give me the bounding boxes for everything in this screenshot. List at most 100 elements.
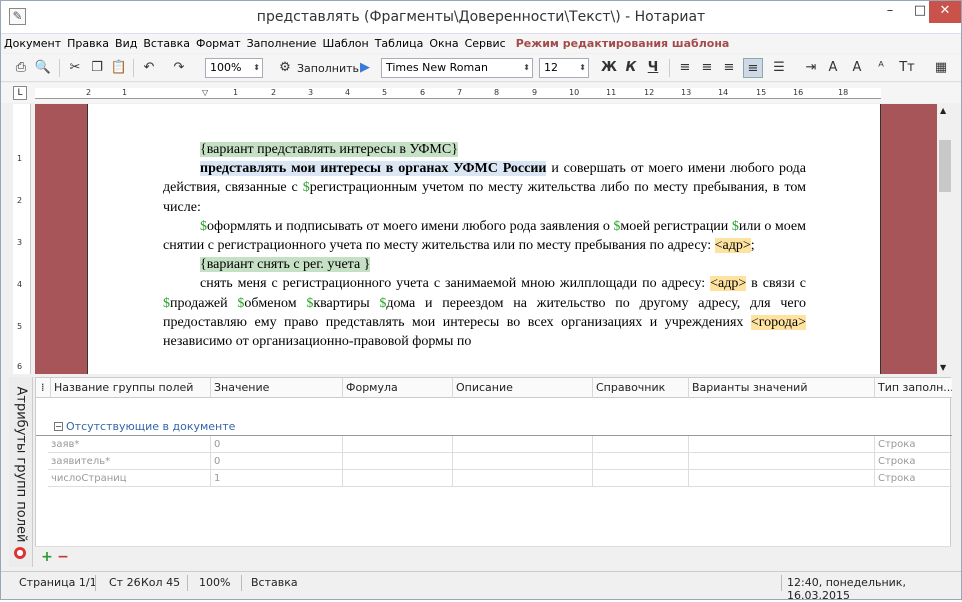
menu-document[interactable]: Документ [1, 34, 64, 54]
status-page: Страница 1/1 [19, 576, 97, 589]
align-right-icon[interactable]: ≡ [719, 58, 739, 78]
menu-view[interactable]: Вид [112, 34, 140, 54]
bold-button[interactable]: Ж [599, 58, 619, 78]
field-marker[interactable]: $ [303, 180, 310, 195]
ruler-mark: 7 [457, 88, 463, 97]
line-spacing-icon[interactable]: ☰ [769, 58, 789, 78]
play-icon[interactable]: ▶ [355, 58, 375, 78]
column-header[interactable]: Значение [210, 378, 342, 398]
paste-icon[interactable]: 📋 [109, 58, 129, 78]
italic-button[interactable]: К [621, 58, 641, 78]
menu-insert[interactable]: Вставка [140, 34, 193, 54]
group-label: Отсутствующие в документе [66, 420, 236, 433]
column-header[interactable]: Варианты значений [688, 378, 874, 398]
text-style-icon[interactable]: Tт [897, 58, 917, 78]
close-panel-icon[interactable]: ● [14, 547, 26, 559]
spin-icon[interactable]: ⬍ [253, 59, 260, 77]
toolbar: ⎙ 🔍 ✂ ❐ 📋 ↶ ↷ 100% ⬍ ⚙ Заполнить ▶ Times … [1, 54, 961, 82]
ruler-mark: 12 [644, 88, 655, 97]
menu-table[interactable]: Таблица [372, 34, 427, 54]
column-header[interactable]: Название группы полей [50, 378, 210, 398]
indent-icon[interactable]: ⇥ [801, 58, 821, 78]
tab-stop-icon[interactable]: L [13, 86, 27, 100]
row-variants [688, 453, 874, 470]
field-marker[interactable]: $ [163, 296, 170, 311]
minimize-button[interactable]: – [875, 1, 905, 23]
ruler-mark: 13 [681, 88, 692, 97]
field-groups-grid: ⁞ Название группы полей Значение Формула… [35, 377, 952, 567]
underline-button[interactable]: Ч [643, 58, 663, 78]
font-color-icon[interactable]: A [847, 58, 867, 78]
ruler-mark: 11 [606, 88, 617, 97]
text-run: обменом [244, 295, 307, 311]
font-size-value: 12 [544, 61, 558, 74]
column-header[interactable]: Формула [342, 378, 452, 398]
field-marker[interactable]: $ [200, 219, 207, 234]
address-field[interactable]: <адр> [710, 276, 747, 292]
ruler-mark: 8 [494, 88, 500, 97]
menu-format[interactable]: Формат [193, 34, 244, 54]
add-row-button[interactable]: + [39, 549, 55, 565]
menu-template[interactable]: Шаблон [319, 34, 371, 54]
font-shrink-icon[interactable]: ᴬ [871, 58, 891, 78]
font-grow-icon[interactable]: A [823, 58, 843, 78]
status-bar: Страница 1/1 Ст 26 Кол 45 100% Вставка 1… [1, 571, 961, 602]
table-row[interactable]: числоСтраниц 1 Строка [48, 470, 952, 487]
copy-icon[interactable]: ❐ [87, 58, 107, 78]
ruler-strip[interactable]: 2 1 ▽ 1 2 3 4 5 6 7 8 9 10 11 12 13 14 1… [35, 88, 881, 99]
spin-icon[interactable]: ⬍ [523, 59, 530, 77]
side-panel-tab[interactable]: Атрибуты групп полей ● [9, 377, 33, 567]
vertical-ruler: 1 2 3 4 5 6 [13, 104, 31, 374]
zoom-select[interactable]: 100% ⬍ [205, 58, 263, 78]
align-justify-icon[interactable]: ≡ [743, 58, 763, 78]
spin-icon[interactable]: ⬍ [579, 59, 586, 77]
fill-button-label[interactable]: Заполнить [297, 62, 359, 75]
row-reference [592, 453, 688, 470]
font-size-select[interactable]: 12 ⬍ [539, 58, 589, 78]
column-header[interactable]: Справочник [592, 378, 688, 398]
column-header[interactable]: Тип заполн... [874, 378, 952, 398]
ruler-mark: 3 [308, 88, 314, 97]
grid-menu-icon[interactable]: ⁞ [38, 378, 50, 398]
city-field[interactable]: <города> [750, 314, 806, 330]
ruler-mark: 16 [793, 88, 804, 97]
scrollbar-thumb[interactable] [939, 140, 951, 192]
font-select[interactable]: Times New Roman ⬍ [381, 58, 533, 78]
bold-phrase: представлять мои интересы в органах УФМС… [200, 161, 547, 177]
redo-icon[interactable]: ↷ [169, 58, 189, 78]
print-icon[interactable]: ⎙ [11, 58, 31, 78]
scroll-down-icon[interactable]: ▼ [940, 363, 946, 372]
address-field[interactable]: <адр> [714, 238, 751, 254]
collapse-icon[interactable]: − [54, 422, 63, 431]
ruler-mark: 1 [233, 88, 239, 97]
cut-icon[interactable]: ✂ [65, 58, 85, 78]
column-header[interactable]: Описание [452, 378, 592, 398]
scroll-up-icon[interactable]: ▲ [940, 106, 946, 115]
remove-row-button[interactable]: − [55, 549, 71, 565]
ruler-mark: 6 [17, 362, 23, 371]
menu-windows[interactable]: Окна [426, 34, 461, 54]
template-variant-tag[interactable]: {вариант представлять интересы в УФМС} [200, 142, 458, 157]
undo-icon[interactable]: ↶ [139, 58, 159, 78]
group-row[interactable]: − Отсутствующие в документе [36, 416, 952, 436]
close-button[interactable]: ✕ [929, 1, 961, 23]
align-left-icon[interactable]: ≡ [675, 58, 695, 78]
row-name: заявитель* [51, 456, 111, 467]
ruler-mark: 4 [345, 88, 351, 97]
save-icon[interactable]: ▦ [931, 58, 951, 78]
menu-edit[interactable]: Правка [64, 34, 112, 54]
align-center-icon[interactable]: ≡ [697, 58, 717, 78]
row-formula [342, 436, 452, 453]
document-text[interactable]: {вариант представлять интересы в УФМС} п… [163, 140, 806, 351]
template-variant-tag[interactable]: {вариант снять с рег. учета } [200, 257, 371, 273]
vertical-scrollbar[interactable]: ▲ ▼ [937, 104, 953, 374]
print-preview-icon[interactable]: 🔍 [33, 58, 53, 78]
field-marker[interactable]: $ [732, 219, 739, 234]
table-row[interactable]: заяв* 0 Строка [48, 436, 952, 453]
document-page[interactable]: {вариант представлять интересы в УФМС} п… [87, 104, 881, 374]
menu-service[interactable]: Сервис [462, 34, 509, 54]
table-row[interactable]: заявитель* 0 Строка [48, 453, 952, 470]
menu-fill[interactable]: Заполнение [244, 34, 320, 54]
ruler-mark: 14 [718, 88, 729, 97]
indent-marker-icon[interactable]: ▽ [202, 88, 208, 97]
